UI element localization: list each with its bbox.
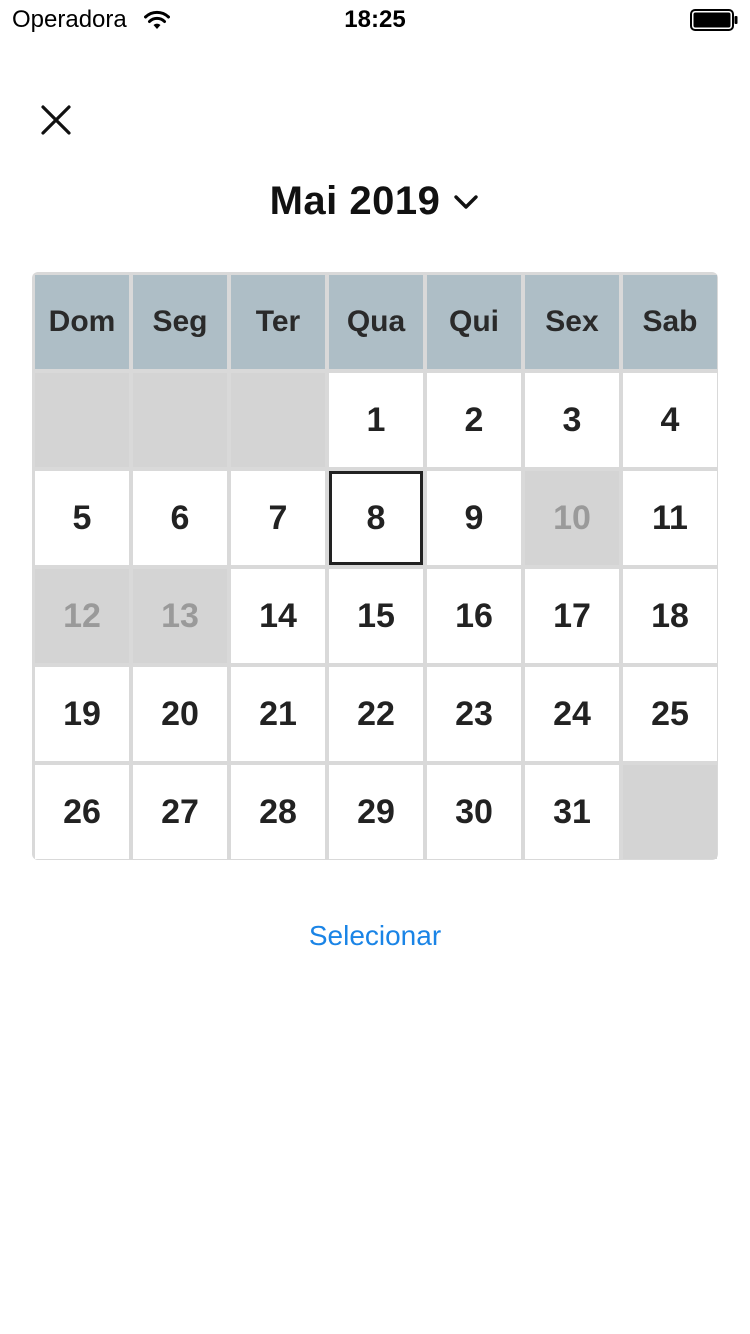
calendar-day[interactable]: 6: [133, 471, 227, 565]
calendar-day[interactable]: 17: [525, 569, 619, 663]
calendar-day[interactable]: 18: [623, 569, 717, 663]
calendar-empty-cell: [35, 373, 129, 467]
chevron-down-icon: [454, 195, 479, 209]
calendar-day[interactable]: 27: [133, 765, 227, 859]
weekday-header: Dom: [35, 275, 129, 369]
battery-icon: [690, 9, 738, 31]
calendar-day[interactable]: 4: [623, 373, 717, 467]
calendar-day[interactable]: 29: [329, 765, 423, 859]
select-button[interactable]: Selecionar: [0, 920, 750, 952]
calendar-day[interactable]: 11: [623, 471, 717, 565]
calendar-day[interactable]: 20: [133, 667, 227, 761]
calendar-day[interactable]: 19: [35, 667, 129, 761]
weekday-header: Seg: [133, 275, 227, 369]
calendar-day[interactable]: 5: [35, 471, 129, 565]
calendar-grid: Dom Seg Ter Qua Qui Sex Sab 1 2 3 4 5 6 7 8 9 10 11 12 13 14…: [32, 272, 718, 860]
weekday-header: Sex: [525, 275, 619, 369]
calendar-day[interactable]: 3: [525, 373, 619, 467]
calendar-day[interactable]: 2: [427, 373, 521, 467]
close-icon: [41, 105, 71, 135]
calendar-day[interactable]: 15: [329, 569, 423, 663]
calendar-day[interactable]: 21: [231, 667, 325, 761]
date-picker-screen: Operadora 18:25 Mai 2019 Dom Seg Ter Qua Qui…: [0, 0, 750, 1334]
calendar-day[interactable]: 30: [427, 765, 521, 859]
calendar-empty-cell: [231, 373, 325, 467]
weekday-header: Sab: [623, 275, 717, 369]
calendar-day-disabled: 12: [35, 569, 129, 663]
calendar-day[interactable]: 24: [525, 667, 619, 761]
close-button[interactable]: [36, 100, 76, 140]
calendar-day[interactable]: 9: [427, 471, 521, 565]
weekday-header: Qua: [329, 275, 423, 369]
calendar-day[interactable]: 16: [427, 569, 521, 663]
calendar-day[interactable]: 7: [231, 471, 325, 565]
calendar-day[interactable]: 1: [329, 373, 423, 467]
calendar-cells: Dom Seg Ter Qua Qui Sex Sab 1 2 3 4 5 6 7 8 9 10 11 12 13 14…: [35, 275, 717, 859]
calendar-day[interactable]: 14: [231, 569, 325, 663]
status-time: 18:25: [344, 6, 406, 33]
calendar-empty-cell: [623, 765, 717, 859]
month-selector[interactable]: Mai 2019: [0, 176, 750, 226]
status-bar: Operadora 18:25: [0, 0, 750, 40]
month-title: Mai 2019: [269, 178, 441, 223]
calendar-day[interactable]: 23: [427, 667, 521, 761]
calendar-day-selected[interactable]: 8: [329, 471, 423, 565]
calendar-day[interactable]: 26: [35, 765, 129, 859]
calendar-day[interactable]: 31: [525, 765, 619, 859]
weekday-header: Qui: [427, 275, 521, 369]
calendar-day-disabled: 13: [133, 569, 227, 663]
weekday-header: Ter: [231, 275, 325, 369]
calendar-day[interactable]: 28: [231, 765, 325, 859]
calendar-empty-cell: [133, 373, 227, 467]
calendar-day[interactable]: 25: [623, 667, 717, 761]
calendar-day-disabled: 10: [525, 471, 619, 565]
select-button-label: Selecionar: [308, 920, 442, 951]
calendar-day[interactable]: 22: [329, 667, 423, 761]
